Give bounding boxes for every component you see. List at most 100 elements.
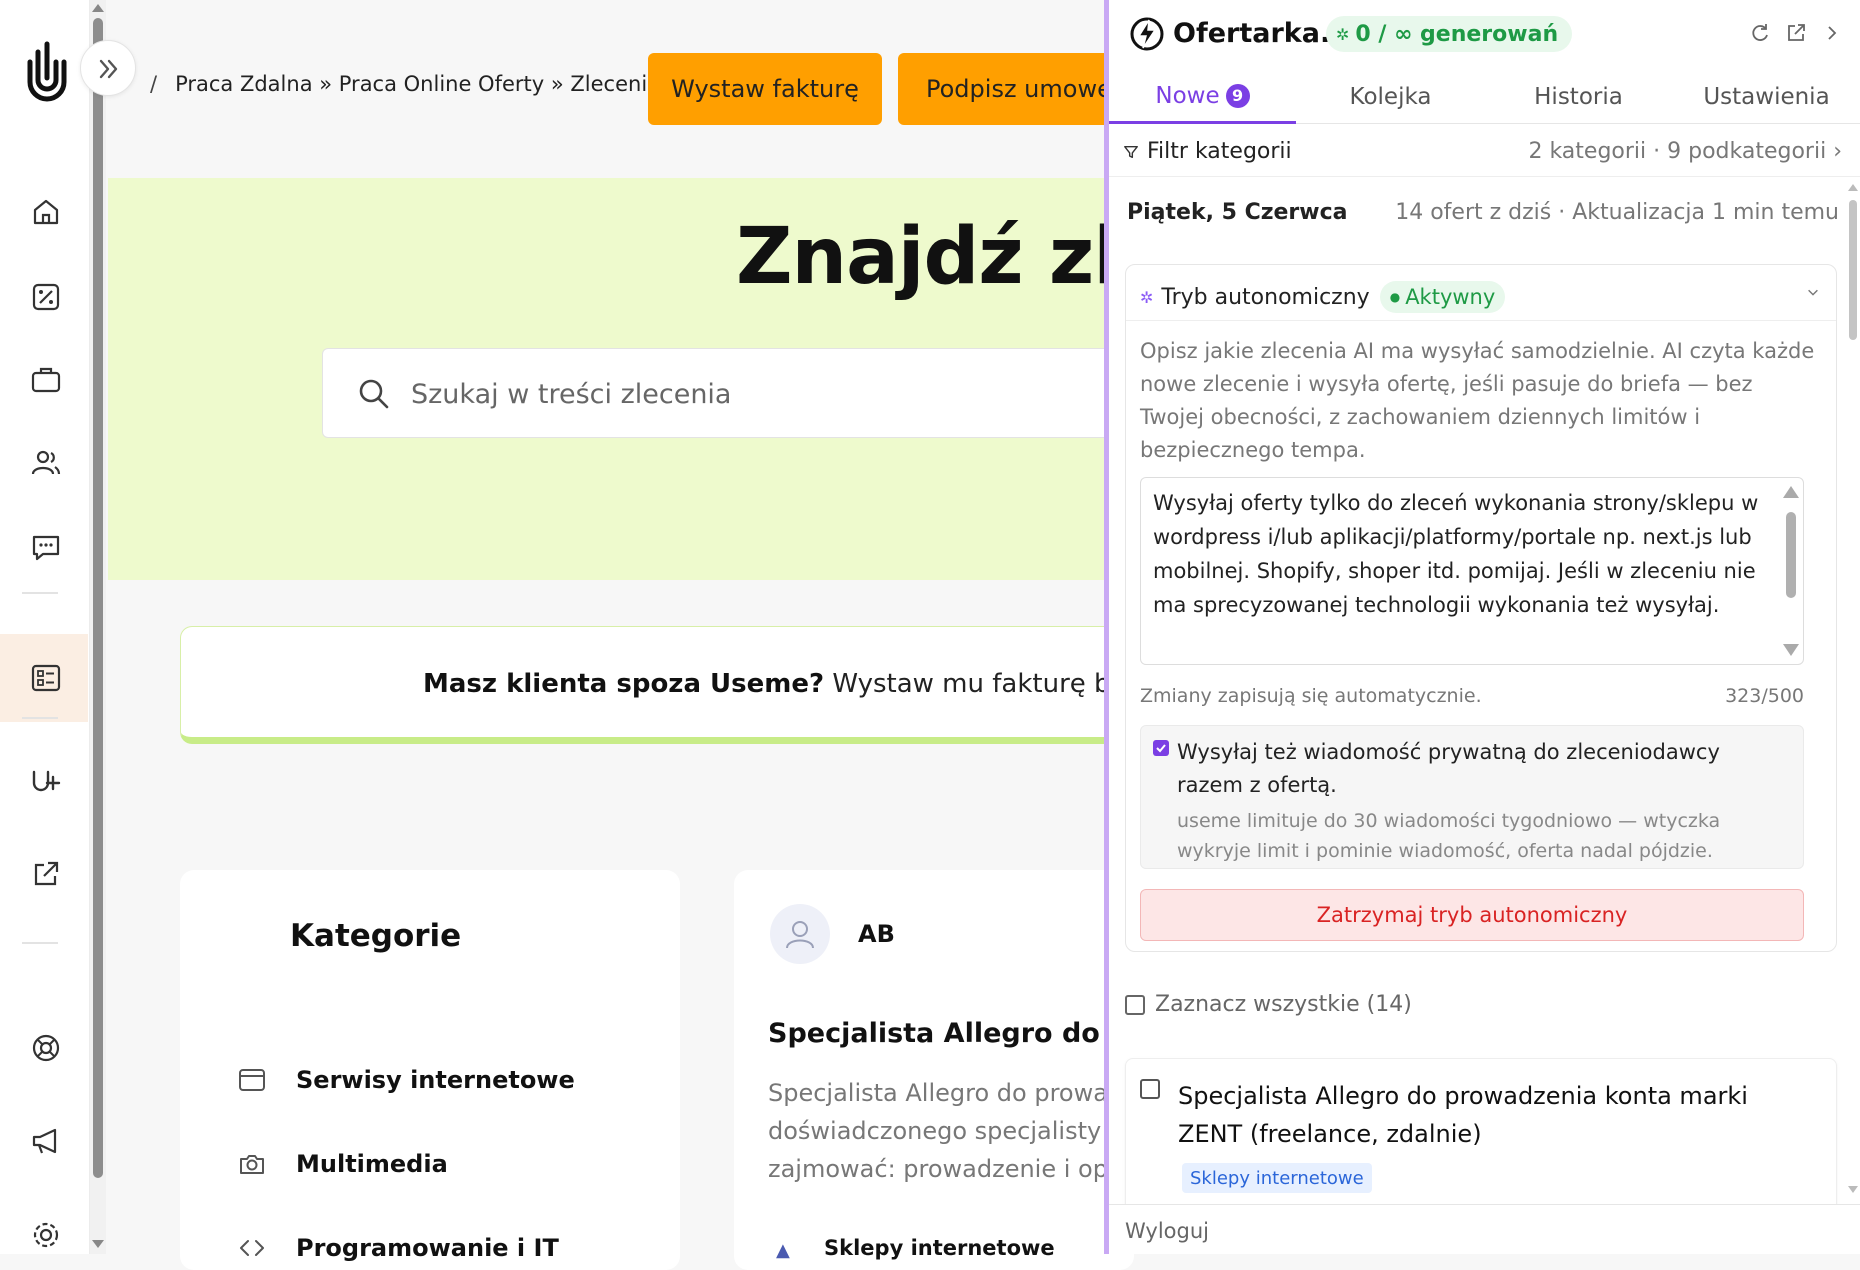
private-message-label[interactable]: Wysyłaj też wiadomość prywatną do zlecen… xyxy=(1177,736,1791,802)
count-badge: 9 xyxy=(1225,83,1250,108)
category-label: Multimedia xyxy=(296,1150,448,1178)
stop-autonomous-button[interactable]: Zatrzymaj tryb autonomiczny xyxy=(1140,889,1804,941)
date-label: Piątek, 5 Czerwca xyxy=(1127,200,1348,225)
orders-icon[interactable] xyxy=(29,661,63,695)
logout-link[interactable]: Wyloguj xyxy=(1125,1219,1209,1243)
megaphone-icon[interactable] xyxy=(29,1124,63,1158)
useme-logo[interactable] xyxy=(24,38,70,104)
private-message-note: useme limituje do 30 wiadomości tygodnio… xyxy=(1177,810,1721,862)
chevron-down-icon[interactable] xyxy=(1806,285,1820,299)
camera-icon xyxy=(240,1155,264,1174)
client-initials: AB xyxy=(858,920,895,948)
scroll-thumb[interactable] xyxy=(1849,200,1857,340)
filter-summary: 2 kategorii · 9 podkategorii › xyxy=(1528,139,1842,164)
ofertarka-extension-panel: Ofertarka.pl ✲ 0 / ∞ generowań Nowe 9 Kole… xyxy=(1104,0,1860,1254)
brief-text[interactable]: Wysyłaj oferty tylko do zleceń wykonania… xyxy=(1153,486,1765,622)
code-icon xyxy=(240,1240,264,1256)
panel-scrollbar[interactable] xyxy=(1846,178,1860,1198)
left-rail xyxy=(0,0,90,1254)
checkmark-icon xyxy=(1156,744,1166,753)
offer-category-tag: Sklepy internetowe xyxy=(1182,1163,1372,1193)
private-message-checkbox[interactable] xyxy=(1153,740,1169,756)
rail-scrollbar[interactable] xyxy=(90,0,106,1254)
generation-counter-badge: ✲ 0 / ∞ generowań xyxy=(1326,16,1573,52)
private-message-option: Wysyłaj też wiadomość prywatną do zlecen… xyxy=(1140,725,1804,869)
status-text: Aktywny xyxy=(1405,285,1496,309)
offer-item[interactable]: Specjalista Allegro do prowadzenia konta… xyxy=(1125,1058,1837,1218)
double-chevron-right-icon xyxy=(99,59,118,79)
autosave-note: Zmiany zapisują się automatycznie. xyxy=(1140,685,1482,707)
autonomous-mode-card: ✲ Tryb autonomiczny ● Aktywny Opisz jakie… xyxy=(1125,264,1837,952)
category-label: Serwisy internetowe xyxy=(296,1066,575,1094)
brief-textarea[interactable]: Wysyłaj oferty tylko do zleceń wykonania… xyxy=(1140,477,1804,665)
users-icon[interactable] xyxy=(29,446,63,480)
tab-new[interactable]: Nowe 9 xyxy=(1109,70,1296,124)
rail-divider xyxy=(22,717,58,719)
scroll-up-arrow[interactable] xyxy=(1783,486,1799,498)
char-counter: 323/500 xyxy=(1725,685,1804,707)
refresh-icon[interactable] xyxy=(1749,22,1771,44)
issue-invoice-button[interactable]: Wystaw fakturę xyxy=(648,53,882,125)
scroll-up-arrow[interactable] xyxy=(92,4,104,12)
filter-label: Filtr kategorii xyxy=(1123,139,1292,164)
promo-text: Masz klienta spoza Useme? Wystaw mu fakt… xyxy=(423,669,1165,699)
promo-bold: Masz klienta spoza Useme? xyxy=(423,669,825,699)
scroll-thumb[interactable] xyxy=(93,18,103,1178)
tab-settings[interactable]: Ustawienia xyxy=(1673,70,1860,124)
chat-icon[interactable] xyxy=(29,530,63,564)
expand-sidebar-button[interactable] xyxy=(80,40,136,96)
category-filter[interactable]: Filtr kategorii 2 kategorii · 9 podkateg… xyxy=(1109,125,1860,177)
scroll-down-arrow[interactable] xyxy=(1783,644,1799,656)
extension-tabs: Nowe 9 Kolejka Historia Ustawienia xyxy=(1109,70,1860,124)
external-link-icon[interactable] xyxy=(29,857,63,891)
extension-footer: Wyloguj xyxy=(1109,1204,1860,1254)
extension-header: Ofertarka.pl ✲ 0 / ∞ generowań xyxy=(1109,0,1860,70)
category-item[interactable]: Multimedia xyxy=(238,1144,448,1184)
select-all[interactable]: Zaznacz wszystkie (14) xyxy=(1125,992,1412,1017)
percent-icon[interactable] xyxy=(29,280,63,314)
breadcrumb: / Praca Zdalna » Praca Online Oferty » Zl… xyxy=(150,72,667,96)
breadcrumb-separator: / xyxy=(150,72,158,96)
help-icon[interactable] xyxy=(29,1031,63,1065)
scroll-up-arrow[interactable] xyxy=(1848,184,1858,191)
scroll-down-arrow[interactable] xyxy=(92,1240,104,1248)
settings-icon[interactable] xyxy=(29,1218,63,1252)
job-category-tag: Sklepy internetowe xyxy=(824,1236,1055,1260)
update-summary: 14 ofert z dziś · Aktualizacja 1 min tem… xyxy=(1395,200,1839,225)
sign-contract-button[interactable]: Podpisz umowę xyxy=(898,53,1118,125)
autonomous-title-text: Tryb autonomiczny xyxy=(1161,284,1370,310)
sparkle-icon: ✲ xyxy=(1140,287,1154,307)
breadcrumb-path[interactable]: Praca Zdalna » Praca Online Oferty » Zle… xyxy=(175,72,667,96)
filter-icon xyxy=(1124,145,1138,158)
lightning-logo-icon xyxy=(1130,17,1164,51)
chevron-right-icon[interactable] xyxy=(1821,22,1843,44)
categories-title: Kategorie xyxy=(290,918,462,954)
chevron-right-icon: › xyxy=(1833,139,1842,164)
textarea-scrollbar[interactable] xyxy=(1783,486,1799,656)
scroll-thumb[interactable] xyxy=(1786,512,1796,598)
offer-title[interactable]: Specjalista Allegro do prowadzenia konta… xyxy=(1178,1077,1798,1153)
open-external-icon[interactable] xyxy=(1785,22,1807,44)
briefcase-icon[interactable] xyxy=(29,363,63,397)
tab-history[interactable]: Historia xyxy=(1485,70,1672,124)
category-item[interactable]: Serwisy internetowe xyxy=(238,1060,575,1100)
generation-counter: 0 / ∞ generowań xyxy=(1355,21,1559,47)
offer-checkbox[interactable] xyxy=(1140,1079,1160,1099)
search-input[interactable] xyxy=(409,367,1009,421)
autonomous-mode-header[interactable]: ✲ Tryb autonomiczny ● Aktywny xyxy=(1126,265,1836,321)
avatar xyxy=(770,904,830,964)
filter-label-text: Filtr kategorii xyxy=(1147,139,1292,164)
promo-banner[interactable]: Masz klienta spoza Useme? Wystaw mu fakt… xyxy=(180,626,1165,744)
tag-icon: ▲ xyxy=(776,1240,790,1261)
search-icon xyxy=(359,379,389,409)
autonomous-title: ✲ Tryb autonomiczny ● Aktywny xyxy=(1140,281,1506,313)
home-icon[interactable] xyxy=(29,195,63,229)
category-item[interactable]: Programowanie i IT xyxy=(238,1228,559,1268)
search-box[interactable] xyxy=(322,348,1122,438)
scroll-down-arrow[interactable] xyxy=(1848,1186,1858,1193)
autonomous-description: Opisz jakie zlecenia AI ma wysyłać samod… xyxy=(1140,339,1815,462)
rail-divider xyxy=(22,942,58,944)
usemeplus-icon[interactable] xyxy=(29,765,63,799)
tab-queue[interactable]: Kolejka xyxy=(1297,70,1484,124)
select-all-checkbox[interactable] xyxy=(1125,994,1145,1015)
